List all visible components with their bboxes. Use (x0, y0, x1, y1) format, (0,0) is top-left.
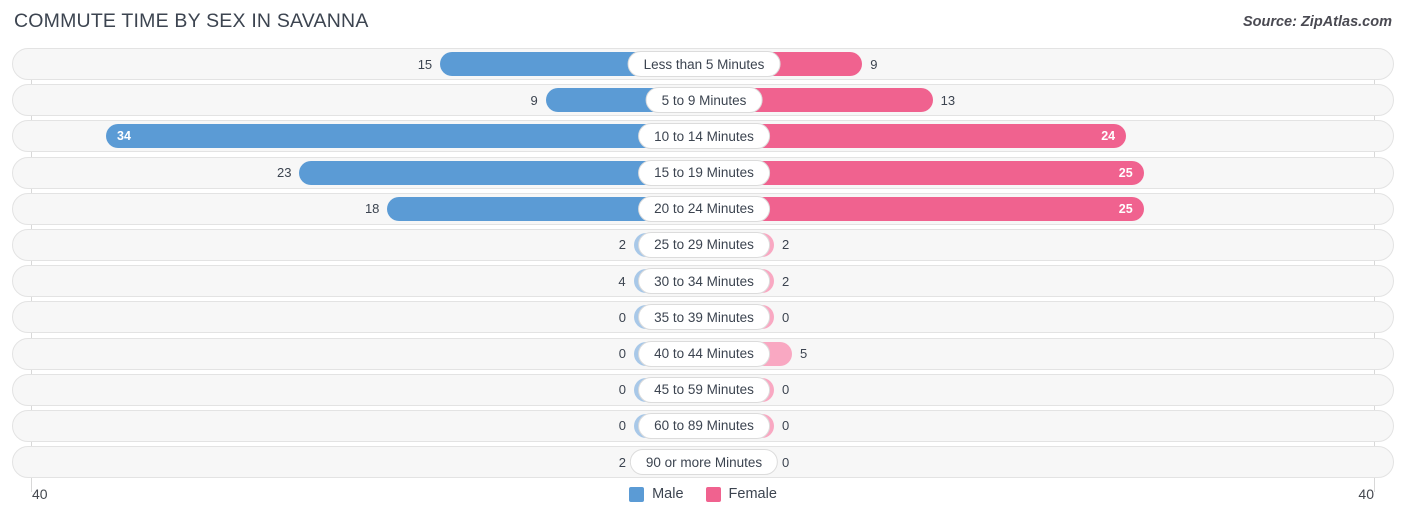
bar-value-female: 9 (870, 56, 878, 72)
bar-value-male: 0 (618, 382, 626, 398)
bar-value-female: 0 (782, 309, 790, 325)
table-row[interactable]: 0 0 60 to 89 Minutes (12, 409, 1394, 442)
category-label: Less than 5 Minutes (627, 51, 781, 77)
category-label: 10 to 14 Minutes (638, 123, 770, 150)
chart-legend: Male Female (0, 486, 1406, 502)
legend-swatch-icon (705, 486, 721, 502)
bar-value-male: 0 (618, 309, 626, 325)
category-label: 45 to 59 Minutes (638, 376, 770, 403)
row-bars: 2 2 25 to 29 Minutes (13, 230, 1393, 260)
table-row[interactable]: 0 5 40 to 44 Minutes (12, 337, 1394, 370)
bar-value-female: 0 (782, 382, 790, 398)
table-row[interactable]: 0 0 35 to 39 Minutes (12, 301, 1394, 334)
bar-value-male-inside: 34 (117, 129, 131, 144)
row-bars: 2 0 90 or more Minutes (13, 447, 1393, 477)
legend-item-male[interactable]: Male (629, 486, 684, 502)
category-label: 30 to 34 Minutes (638, 268, 770, 295)
category-label: 15 to 19 Minutes (638, 159, 770, 186)
legend-item-female[interactable]: Female (705, 486, 777, 502)
bar-male[interactable]: 34 (106, 124, 704, 149)
table-row[interactable]: 9 13 5 to 9 Minutes (12, 84, 1394, 117)
bar-value-male: 0 (618, 418, 626, 434)
category-label: 5 to 9 Minutes (645, 87, 763, 114)
plot-area: 15 9 Less than 5 Minutes 9 13 5 to 9 Minutes 3… (12, 48, 1394, 492)
bar-value-female: 13 (940, 92, 956, 108)
bar-value-female-inside: 25 (1118, 201, 1133, 216)
category-label: 60 to 89 Minutes (638, 412, 770, 439)
bar-female[interactable]: 25 (704, 196, 1144, 221)
chart-root: COMMUTE TIME BY SEX IN SAVANNA Source: Z… (0, 0, 1406, 523)
bar-value-female: 2 (782, 273, 790, 289)
row-bars: 18 25 20 to 24 Minutes (13, 194, 1393, 224)
bar-value-male: 15 (417, 56, 433, 72)
table-row[interactable]: 2 0 90 or more Minutes (12, 446, 1394, 479)
bar-value-male: 2 (618, 237, 626, 253)
row-bars: 0 0 60 to 89 Minutes (13, 411, 1393, 441)
bar-value-female-inside: 25 (1118, 165, 1133, 180)
page-title: COMMUTE TIME BY SEX IN SAVANNA (14, 10, 369, 32)
table-row[interactable]: 18 25 20 to 24 Minutes (12, 192, 1394, 225)
row-bars: 0 0 35 to 39 Minutes (13, 302, 1393, 332)
bar-value-male: 0 (618, 346, 626, 361)
bar-value-male: 4 (618, 273, 626, 289)
category-label: 20 to 24 Minutes (638, 195, 770, 222)
bar-female[interactable]: 25 (704, 160, 1144, 185)
table-row[interactable]: 2 2 25 to 29 Minutes (12, 228, 1394, 261)
row-bars: 15 9 Less than 5 Minutes (13, 49, 1393, 79)
legend-swatch-icon (629, 486, 645, 502)
bar-value-female: 5 (799, 346, 808, 361)
row-bars: 34 24 10 to 14 Minutes (13, 121, 1393, 151)
table-row[interactable]: 23 25 15 to 19 Minutes (12, 156, 1394, 189)
row-bars: 0 5 40 to 44 Minutes (13, 339, 1393, 369)
bar-value-male: 23 (277, 165, 292, 181)
bar-rows-container: 15 9 Less than 5 Minutes 9 13 5 to 9 Minutes 3… (12, 48, 1394, 479)
category-label: 40 to 44 Minutes (638, 340, 770, 367)
category-label: 90 or more Minutes (629, 449, 779, 476)
row-bars: 9 13 5 to 9 Minutes (13, 85, 1393, 115)
bar-value-male: 9 (530, 92, 538, 108)
legend-label: Male (652, 486, 684, 502)
row-bars: 0 0 45 to 59 Minutes (13, 375, 1393, 405)
table-row[interactable]: 0 0 45 to 59 Minutes (12, 373, 1394, 406)
category-label: 35 to 39 Minutes (638, 304, 770, 331)
table-row[interactable]: 15 9 Less than 5 Minutes (12, 48, 1394, 80)
table-row[interactable]: 4 2 30 to 34 Minutes (12, 265, 1394, 298)
bar-value-female: 0 (782, 418, 790, 434)
bar-value-female: 2 (782, 237, 790, 253)
bar-value-male: 18 (364, 201, 380, 217)
bar-value-female-inside: 24 (1101, 129, 1116, 144)
source-attribution: Source: ZipAtlas.com (1242, 14, 1392, 30)
legend-label: Female (728, 486, 777, 502)
table-row[interactable]: 34 24 10 to 14 Minutes (12, 120, 1394, 153)
row-bars: 23 25 15 to 19 Minutes (13, 158, 1393, 188)
category-label: 25 to 29 Minutes (638, 231, 770, 258)
row-bars: 4 2 30 to 34 Minutes (13, 266, 1393, 296)
